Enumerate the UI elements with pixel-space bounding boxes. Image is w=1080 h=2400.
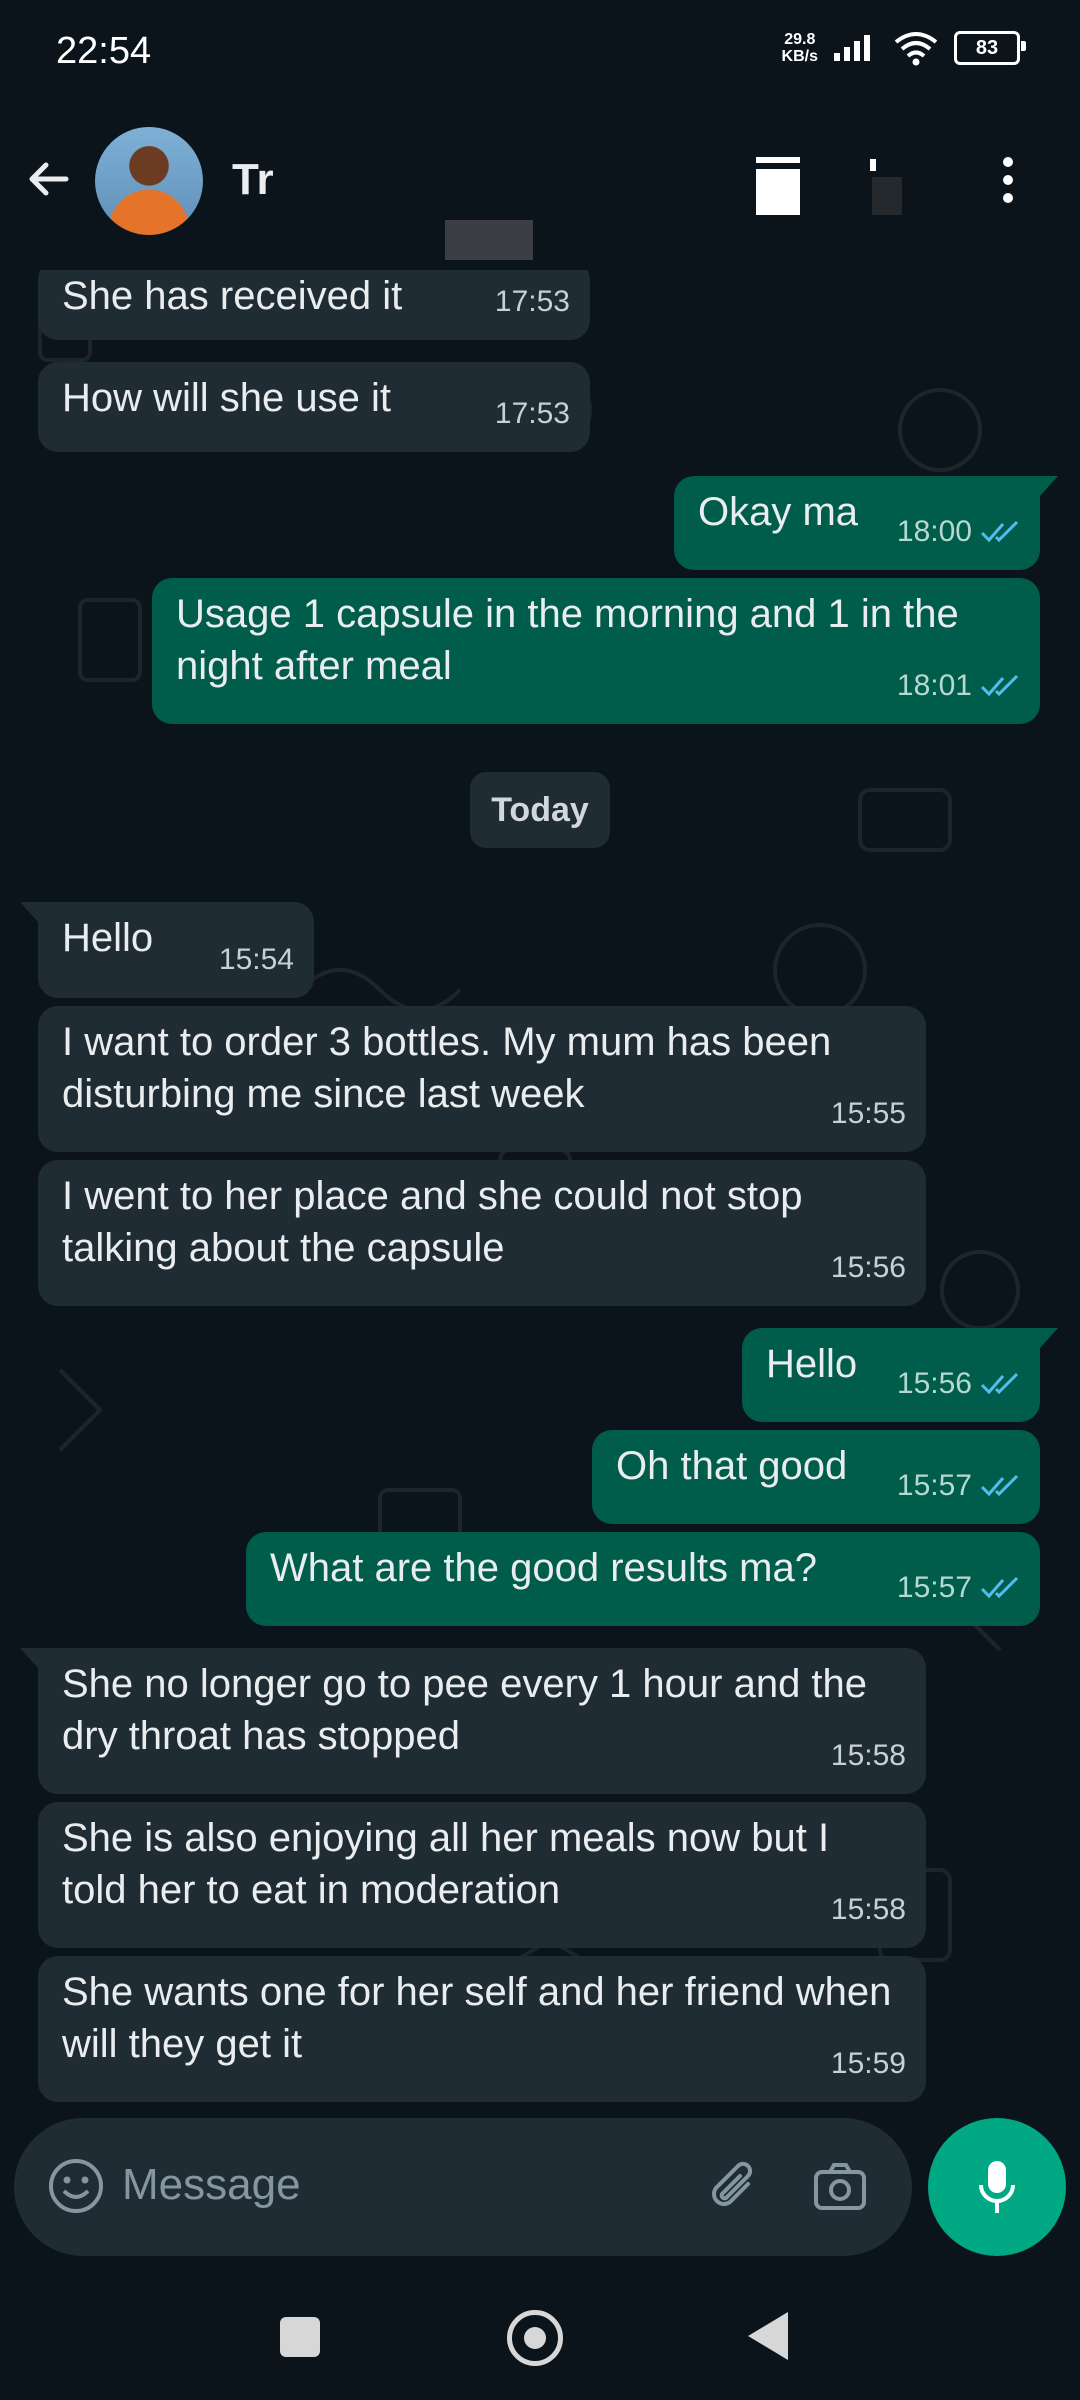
contact-name[interactable]: Tr (232, 155, 274, 205)
message-input[interactable]: Message (122, 2160, 301, 2210)
message-time: 15:56 (830, 1251, 906, 1284)
system-nav-bar (0, 2270, 1080, 2400)
message-outgoing[interactable]: Oh that good 15:57 (592, 1430, 1040, 1524)
emoji-icon[interactable] (46, 2156, 106, 2216)
message-time: 18:01 (896, 669, 972, 702)
message-incoming[interactable]: She no longer go to pee every 1 hour and… (20, 1648, 926, 1794)
message-text: Oh that good (616, 1444, 848, 1488)
message-text: Usage 1 capsule in the morning and 1 in … (176, 592, 959, 688)
message-time: 15:54 (218, 943, 294, 976)
chat-area[interactable]: She has received it 17:53 How will she u… (0, 270, 1080, 2110)
wifi-icon (894, 32, 938, 66)
message-incoming[interactable]: How will she use it 17:53 (38, 362, 590, 452)
read-receipt-icon (980, 675, 1019, 697)
network-speed-unit: KB/s (781, 48, 818, 65)
read-receipt-icon (980, 521, 1019, 543)
call-icon[interactable] (866, 155, 910, 221)
message-outgoing[interactable]: Hello 15:56 (742, 1328, 1058, 1422)
message-time: 15:57 (896, 1571, 972, 1604)
redaction-block (445, 220, 533, 260)
status-time: 22:54 (56, 30, 152, 72)
message-time: 15:59 (830, 2047, 906, 2080)
camera-icon[interactable] (810, 2156, 870, 2216)
avatar[interactable] (95, 127, 203, 235)
message-time: 17:53 (494, 397, 570, 430)
message-text: How will she use it (62, 376, 392, 420)
message-text: What are the good results ma? (270, 1546, 817, 1590)
microphone-button[interactable] (928, 2118, 1066, 2256)
home-button[interactable] (507, 2310, 563, 2366)
chat-header: Tr (0, 100, 1080, 270)
battery-level: 83 (975, 36, 999, 59)
message-time: 15:55 (830, 1097, 906, 1130)
arrow-left-icon[interactable] (24, 155, 72, 203)
message-time: 17:53 (494, 285, 570, 318)
message-outgoing[interactable]: What are the good results ma? 15:57 (246, 1532, 1040, 1626)
message-incoming[interactable]: She is also enjoying all her meals now b… (38, 1802, 926, 1948)
recents-button[interactable] (280, 2317, 320, 2357)
message-time: 15:58 (830, 1739, 906, 1772)
message-incoming[interactable]: Hello 15:54 (20, 902, 314, 998)
message-incoming[interactable]: I want to order 3 bottles. My mum has be… (38, 1006, 926, 1152)
message-text: Hello (766, 1342, 858, 1386)
message-time: 15:58 (830, 1893, 906, 1926)
read-receipt-icon (980, 1577, 1019, 1599)
message-time: 15:56 (896, 1367, 972, 1400)
network-speed-value: 29.8 (784, 31, 816, 48)
message-time: 15:57 (896, 1469, 972, 1502)
message-incoming[interactable]: I went to her place and she could not st… (38, 1160, 926, 1306)
message-time: 18:00 (896, 515, 972, 548)
message-incoming[interactable]: She has received it 17:53 (38, 270, 590, 340)
message-text: She no longer go to pee every 1 hour and… (62, 1662, 868, 1758)
message-incoming[interactable]: She wants one for her self and her frien… (38, 1956, 926, 2102)
message-outgoing[interactable]: Okay ma 18:00 (674, 476, 1058, 570)
signal-icon (834, 35, 870, 61)
message-text: I want to order 3 bottles. My mum has be… (62, 1020, 832, 1116)
more-vertical-icon[interactable] (1000, 155, 1016, 205)
message-composer[interactable]: Message (14, 2118, 912, 2256)
message-outgoing[interactable]: Usage 1 capsule in the morning and 1 in … (152, 578, 1040, 724)
message-text: Okay ma (698, 490, 859, 534)
back-button[interactable] (748, 2312, 788, 2360)
date-separator: Today (470, 772, 610, 848)
status-bar: 22:54 29.8 KB/s 83 (0, 0, 1080, 100)
read-receipt-icon (980, 1373, 1019, 1395)
video-call-icon[interactable] (752, 155, 804, 221)
network-speed: 29.8 KB/s (782, 31, 818, 65)
message-text: She has received it (62, 274, 403, 318)
status-icons: 29.8 KB/s 83 (782, 30, 1026, 66)
message-text: She wants one for her self and her frien… (62, 1970, 892, 2066)
battery-indicator: 83 (954, 31, 1026, 65)
microphone-icon (979, 2161, 1015, 2213)
message-text: I went to her place and she could not st… (62, 1174, 803, 1270)
message-text: She is also enjoying all her meals now b… (62, 1816, 830, 1912)
message-text: Hello (62, 916, 154, 960)
read-receipt-icon (980, 1475, 1019, 1497)
paperclip-icon[interactable] (704, 2156, 764, 2216)
